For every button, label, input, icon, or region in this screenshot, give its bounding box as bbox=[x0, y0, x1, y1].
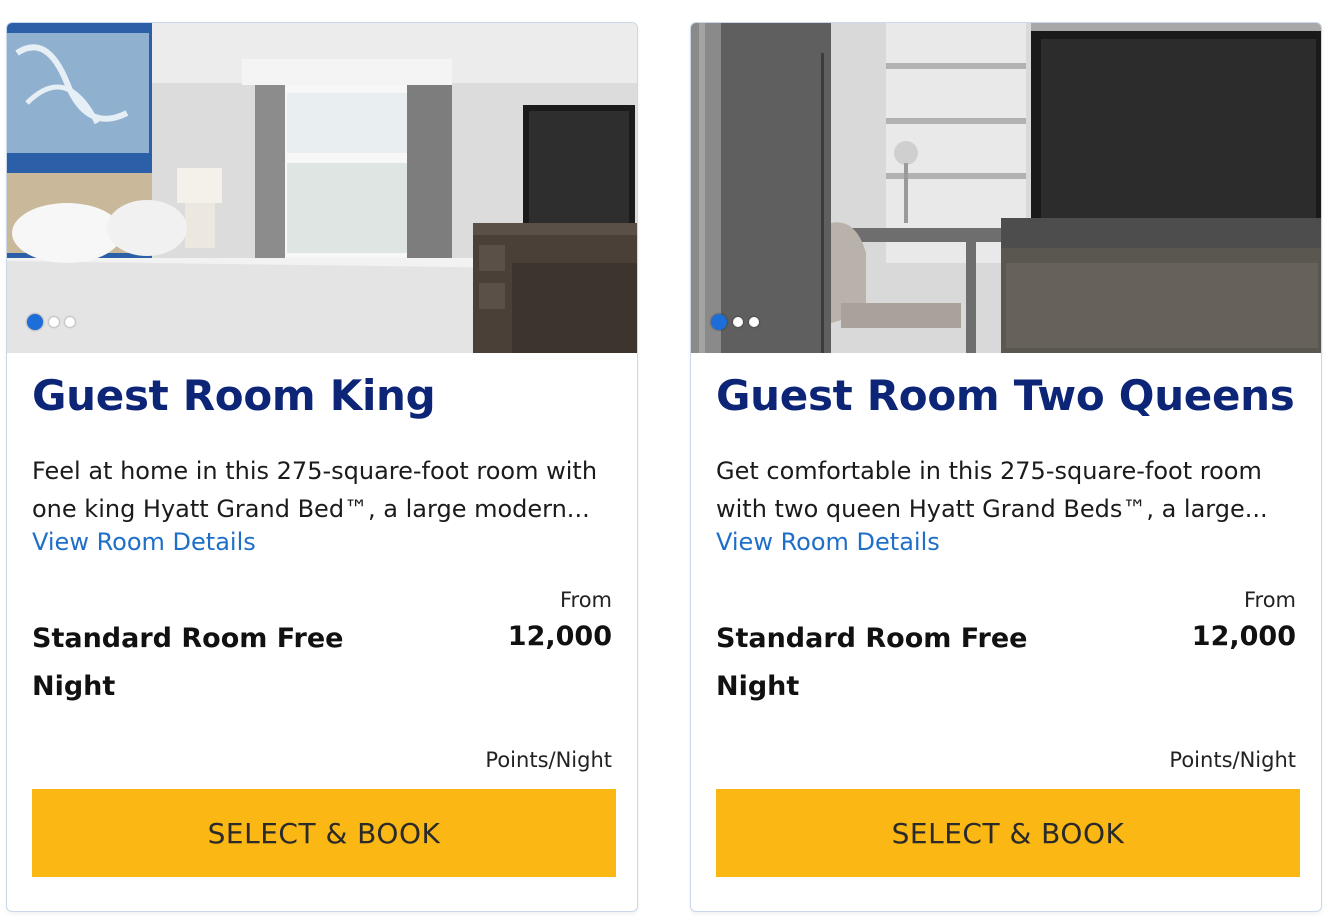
carousel-dot-2[interactable] bbox=[733, 317, 743, 327]
carousel-dots bbox=[711, 314, 759, 330]
from-label: From bbox=[1243, 588, 1296, 612]
room-title: Guest Room King bbox=[32, 371, 436, 420]
room-description: Feel at home in this 275-square-foot roo… bbox=[32, 457, 598, 523]
points-unit: Points/Night bbox=[485, 748, 612, 772]
points-unit: Points/Night bbox=[1169, 748, 1296, 772]
carousel-dot-1[interactable] bbox=[27, 314, 43, 330]
room-card-king: Guest Room King Feel at home in this 275… bbox=[6, 22, 638, 912]
room-photo[interactable] bbox=[691, 23, 1321, 353]
room-description: Get comfortable in this 275-square-foot … bbox=[716, 457, 1268, 523]
carousel-dot-2[interactable] bbox=[49, 317, 59, 327]
room-photo[interactable] bbox=[7, 23, 637, 353]
select-and-book-button[interactable]: SELECT & BOOK bbox=[32, 789, 616, 877]
carousel-dot-3[interactable] bbox=[749, 317, 759, 327]
view-room-details-link[interactable]: View Room Details bbox=[32, 525, 256, 559]
carousel-dots bbox=[27, 314, 75, 330]
rate-name: Standard Room Free Night bbox=[32, 623, 344, 702]
points-price: 12,000 bbox=[1191, 621, 1296, 652]
room-title: Guest Room Two Queens bbox=[716, 371, 1295, 420]
room-card-two-queens: Guest Room Two Queens Get comfortable in… bbox=[690, 22, 1322, 912]
from-label: From bbox=[559, 588, 612, 612]
carousel-dot-3[interactable] bbox=[65, 317, 75, 327]
select-and-book-button[interactable]: SELECT & BOOK bbox=[716, 789, 1300, 877]
view-room-details-link[interactable]: View Room Details bbox=[716, 525, 940, 559]
carousel-dot-1[interactable] bbox=[711, 314, 727, 330]
rate-name: Standard Room Free Night bbox=[716, 623, 1028, 702]
points-price: 12,000 bbox=[507, 621, 612, 652]
